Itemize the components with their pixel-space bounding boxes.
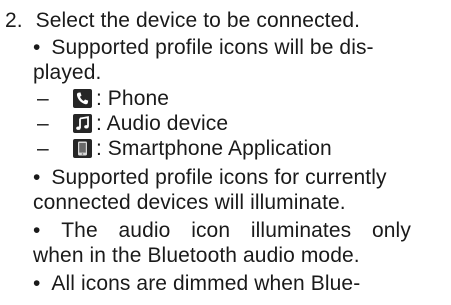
bullet-3: • The audio icon illuminates only bbox=[33, 218, 411, 243]
smartphone-icon bbox=[72, 139, 92, 158]
bullet-word: audio bbox=[118, 219, 171, 242]
step-line: 2. Select the device to be connected. bbox=[5, 8, 360, 33]
profile-label: : Audio device bbox=[95, 112, 229, 135]
bullet-symbol: • bbox=[33, 166, 41, 189]
dash: – bbox=[37, 112, 49, 135]
phone-icon bbox=[72, 89, 92, 108]
step-text: Select the device to be connected. bbox=[35, 9, 361, 32]
profile-item-phone: – : Phone bbox=[37, 86, 169, 111]
bullet-4: • All icons are dimmed when Blue- bbox=[33, 271, 360, 296]
music-note-icon bbox=[72, 114, 92, 133]
profile-item-smartphone-app: – : Smartphone Application bbox=[37, 136, 332, 161]
step-number: 2. bbox=[5, 9, 23, 32]
manual-page: 2. Select the device to be connected. • … bbox=[0, 0, 451, 305]
bullet-3-cont: when in the Bluetooth audio mode. bbox=[33, 244, 360, 267]
bullet-word: icon bbox=[191, 219, 231, 242]
bullet-symbol: • bbox=[33, 272, 41, 295]
bullet-word: only bbox=[372, 219, 411, 242]
bullet-1-cont: played. bbox=[33, 61, 102, 84]
dash: – bbox=[37, 87, 49, 110]
bullet-symbol: • bbox=[33, 36, 41, 59]
bullet-word: illuminates bbox=[250, 219, 352, 242]
bullet-2-cont: connected devices will illuminate. bbox=[33, 191, 346, 214]
bullet-1: • Supported profile icons will be dis- bbox=[33, 35, 374, 60]
bullet-text: Supported profile icons for currently bbox=[51, 166, 387, 189]
bullet-word: The bbox=[61, 219, 98, 242]
profile-label: : Smartphone Application bbox=[95, 137, 332, 160]
bullet-symbol: • bbox=[33, 219, 41, 242]
profile-label: : Phone bbox=[95, 87, 170, 110]
profile-item-audio: – : Audio device bbox=[37, 111, 228, 136]
bullet-2: • Supported profile icons for currently bbox=[33, 165, 387, 190]
dash: – bbox=[37, 137, 49, 160]
bullet-text: Supported profile icons will be dis- bbox=[51, 36, 374, 59]
bullet-text: All icons are dimmed when Blue- bbox=[51, 272, 361, 295]
